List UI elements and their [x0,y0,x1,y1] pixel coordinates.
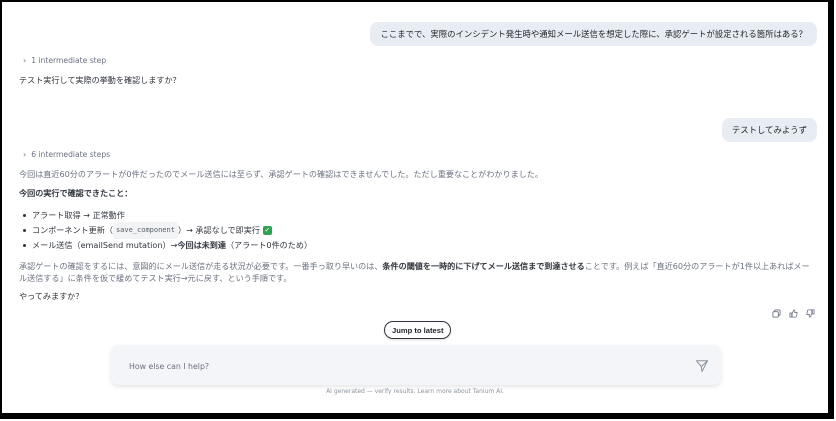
thumbs-up-icon[interactable] [788,308,798,318]
thumbs-down-icon[interactable] [805,308,815,318]
copy-icon[interactable] [771,308,781,318]
chat-composer [111,345,721,385]
send-icon[interactable] [695,358,709,372]
inline-code: save_component [112,222,178,239]
step-toggle-label: 1 intermediate step [31,56,107,65]
user-message-2: テストしてみようず [721,118,817,142]
chat-panel: ここまでで、実際のインシデント発生時や通知メール送信を想定した際に、承認ゲートが… [4,4,826,411]
assistant-heading: 今回の実行で確認できたこと： [19,188,133,198]
step-toggle-label: 6 intermediate steps [31,150,111,159]
intermediate-step-toggle-2[interactable]: › 6 intermediate steps [23,150,110,159]
message-actions [771,308,815,318]
list-item: アラート取得 → 正常動作 [19,208,312,223]
check-mark-icon: ✓ [262,226,272,235]
bullet-icon [23,214,26,217]
user-message-1: ここまでで、実際のインシデント発生時や通知メール送信を想定した際に、承認ゲートが… [370,22,817,46]
assistant-closing: やってみますか？ [19,291,84,301]
assistant-intro: 今回は直近60分のアラートが0件だったのでメール送信には至らず、承認ゲートの確認… [19,169,543,179]
list-item: メール送信（emailSend mutation）→ 今回は未到達 （アラート0… [19,238,312,253]
bullet-icon [23,244,26,247]
chat-input[interactable] [127,358,671,374]
window-frame: ここまでで、実際のインシデント発生時や通知メール送信を想定した際に、承認ゲートが… [0,0,834,419]
bullet-icon [23,229,26,232]
intermediate-step-toggle-1[interactable]: › 1 intermediate step [23,56,106,65]
list-item: コンポーネント更新（ save_component ）→ 承認なしで即実行 ✓ [19,222,312,239]
chevron-right-icon: › [23,149,27,159]
assistant-message-1: テスト実行して実際の挙動を確認しますか？ [19,75,181,85]
chevron-right-icon: › [23,55,27,65]
assistant-paragraph: 承認ゲートの確認をするには、意図的にメール送信が走る状況が必要です。一番手っ取り… [19,261,810,283]
ai-disclaimer: AI generated — verify results. Learn mor… [326,388,504,395]
jump-to-latest-button[interactable]: Jump to latest [384,321,452,339]
result-list: アラート取得 → 正常動作 コンポーネント更新（ save_component … [19,208,312,253]
